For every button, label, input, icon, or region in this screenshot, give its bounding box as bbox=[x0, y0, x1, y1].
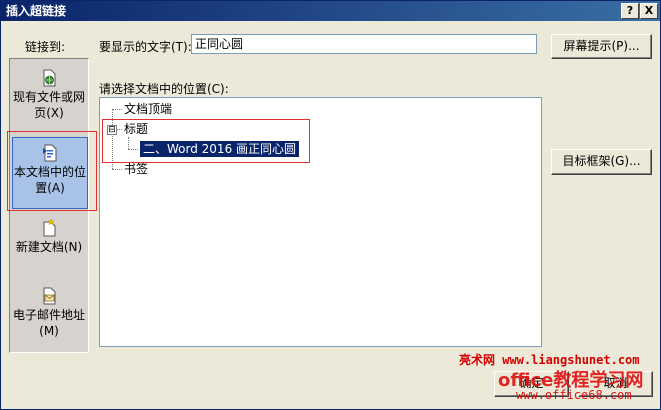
insert-hyperlink-dialog: 插入超链接 ? X 链接到: 要显示的文字(T): 正同心圆 屏幕提示(P)..… bbox=[0, 0, 661, 410]
sidebar-item-label: 本文档中的位置(A) bbox=[13, 165, 86, 195]
close-button[interactable]: X bbox=[640, 3, 658, 19]
title-bar: 插入超链接 ? X bbox=[1, 1, 660, 21]
sidebar-item-new-document[interactable]: 新建文档(N) bbox=[12, 218, 86, 267]
sidebar-item-label: 现有文件或网页(X) bbox=[12, 90, 85, 120]
sidebar-item-label: 电子邮件地址(M) bbox=[12, 308, 85, 338]
tree-line bbox=[112, 109, 122, 110]
sidebar-item-existing-file[interactable]: 现有文件或网页(X) bbox=[12, 69, 86, 125]
display-text-label: 要显示的文字(T): bbox=[99, 40, 192, 54]
tree-line bbox=[128, 149, 138, 150]
collapse-icon[interactable]: ⊟ bbox=[107, 125, 117, 135]
tree-item-headings[interactable]: 标题 bbox=[124, 121, 148, 137]
tree-line bbox=[112, 169, 122, 170]
email-icon bbox=[41, 287, 57, 305]
sidebar-item-label: 新建文档(N) bbox=[15, 240, 83, 254]
globe-file-icon bbox=[41, 69, 57, 87]
document-place-icon bbox=[42, 144, 58, 162]
help-button[interactable]: ? bbox=[621, 3, 639, 19]
tree-line bbox=[112, 109, 113, 169]
window-title: 插入超链接 bbox=[6, 4, 67, 18]
tree-line bbox=[117, 129, 122, 130]
tree-item-heading-selected[interactable]: 二、Word 2016 画正同心圆 bbox=[140, 141, 300, 157]
location-label: 请选择文档中的位置(C): bbox=[99, 82, 229, 96]
link-to-label: 链接到: bbox=[25, 40, 66, 54]
screen-tip-button[interactable]: 屏幕提示(P)... bbox=[551, 34, 652, 59]
tree-item-bookmarks[interactable]: 书签 bbox=[124, 161, 148, 177]
tree-item-top-of-document[interactable]: 文档顶端 bbox=[124, 101, 172, 117]
display-text-input[interactable]: 正同心圆 bbox=[191, 34, 537, 54]
sidebar-item-place-in-document[interactable]: 本文档中的位置(A) bbox=[12, 137, 88, 209]
tree-line bbox=[128, 137, 129, 149]
target-frame-button[interactable]: 目标框架(G)... bbox=[551, 149, 652, 175]
sidebar-item-email-address[interactable]: 电子邮件地址(M) bbox=[12, 287, 86, 343]
new-document-icon bbox=[41, 218, 57, 237]
link-to-sidebar: 现有文件或网页(X) 本文档中的位置(A) 新建文档(N) 电子邮件地址(M) bbox=[9, 58, 89, 353]
watermark-line-3: www.office68.com bbox=[516, 388, 632, 402]
document-location-tree[interactable]: 文档顶端 ⊟ 标题 二、Word 2016 画正同心圆 书签 bbox=[99, 97, 542, 347]
